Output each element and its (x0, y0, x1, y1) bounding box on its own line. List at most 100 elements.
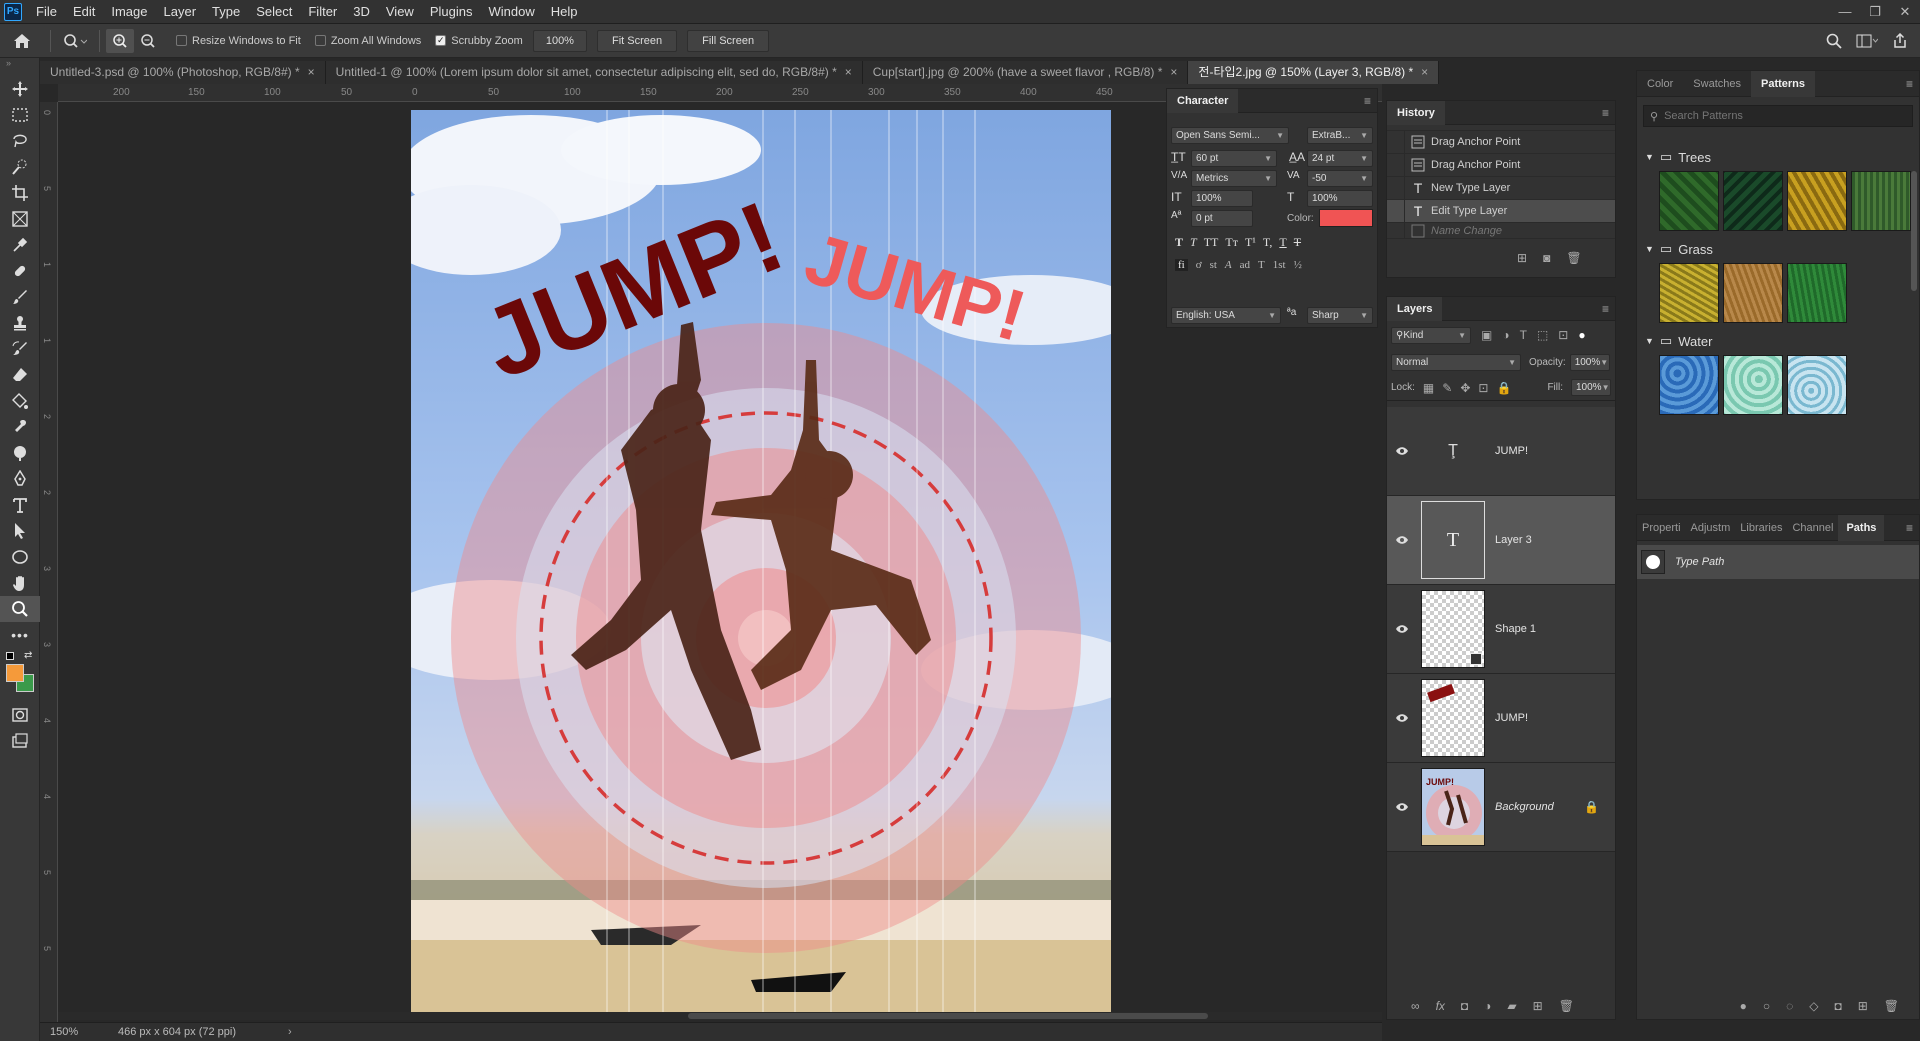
move-tool-icon[interactable] (0, 76, 40, 102)
new-layer-icon[interactable]: ⊞ (1533, 999, 1543, 1013)
history-state-dim[interactable]: Name Change (1387, 223, 1615, 239)
add-mask-icon[interactable]: ◘ (1461, 999, 1468, 1013)
tab-untitled-1[interactable]: Untitled-1 @ 100% (Lorem ipsum dolor sit… (325, 61, 863, 84)
panel-menu-icon[interactable]: ≡ (1906, 521, 1913, 535)
hand-tool-icon[interactable] (0, 570, 40, 596)
visibility-eye-icon[interactable] (1387, 713, 1417, 723)
new-fill-adjustment-icon[interactable]: ◑ (1484, 999, 1491, 1013)
scrollbar-thumb[interactable] (688, 1013, 1208, 1019)
zoom-tool-icon[interactable] (0, 596, 40, 622)
text-color-swatch[interactable] (1319, 209, 1373, 227)
menu-select[interactable]: Select (248, 0, 300, 24)
filter-smart-object-icon[interactable]: ⊡ (1558, 328, 1568, 342)
lock-all-icon[interactable]: 🔒 (1496, 381, 1511, 395)
pattern-swatch[interactable] (1659, 263, 1719, 323)
healing-brush-tool-icon[interactable] (0, 258, 40, 284)
layer-row-selected[interactable]: T Layer 3 (1387, 496, 1615, 585)
search-icon[interactable] (1826, 33, 1842, 49)
foreground-color-swatch[interactable] (6, 664, 24, 682)
menu-help[interactable]: Help (543, 0, 586, 24)
scrubby-zoom-checkbox[interactable]: ✓ Scrubby Zoom (435, 35, 523, 47)
horizontal-scale-field[interactable]: 100% (1307, 190, 1373, 207)
history-brush-tool-icon[interactable] (0, 336, 40, 362)
restore-button[interactable]: ❐ (1860, 0, 1890, 24)
tab-paths[interactable]: Paths (1838, 514, 1885, 541)
fill-screen-button[interactable]: Fill Screen (687, 29, 770, 52)
tab-libraries[interactable]: Libraries (1735, 515, 1787, 541)
all-caps-button[interactable]: TT (1204, 235, 1219, 250)
menu-window[interactable]: Window (480, 0, 542, 24)
titling-alternates-button[interactable]: T (1258, 259, 1265, 271)
load-selection-icon[interactable]: ◌ (1786, 999, 1793, 1013)
menu-image[interactable]: Image (103, 0, 155, 24)
pattern-swatch[interactable] (1659, 171, 1719, 231)
smudge-tool-icon[interactable] (0, 414, 40, 440)
layer-row[interactable]: Shape 1 (1387, 585, 1615, 674)
quick-select-tool-icon[interactable] (0, 154, 40, 180)
pattern-swatch[interactable] (1851, 171, 1911, 231)
baseline-shift-field[interactable]: 0 pt (1191, 210, 1253, 227)
swash-button[interactable]: A (1225, 259, 1232, 271)
zoom-tool-preset-icon[interactable] (57, 33, 93, 49)
ligatures-button[interactable]: fi (1175, 259, 1188, 271)
filter-type-icon[interactable]: T (1520, 328, 1527, 342)
leading-field[interactable]: 24 pt ▼ (1307, 150, 1373, 167)
minimize-button[interactable]: — (1830, 0, 1860, 24)
layer-row[interactable]: JUMP! (1387, 674, 1615, 763)
pattern-group-trees[interactable]: ▼ ▭ Trees (1637, 145, 1919, 169)
stroke-path-icon[interactable]: ○ (1763, 999, 1770, 1013)
tab-character[interactable]: Character (1167, 88, 1239, 113)
menu-layer[interactable]: Layer (156, 0, 205, 24)
history-state-selected[interactable]: T Edit Type Layer (1387, 199, 1615, 223)
link-layers-icon[interactable]: ∞ (1411, 999, 1420, 1013)
kerning-field[interactable]: Metrics ▼ (1191, 170, 1277, 187)
marquee-tool-icon[interactable] (0, 102, 40, 128)
visibility-eye-icon[interactable] (1387, 624, 1417, 634)
menu-type[interactable]: Type (204, 0, 248, 24)
lock-artboard-icon[interactable]: ⊡ (1478, 381, 1488, 395)
history-state[interactable]: Drag Anchor Point (1387, 130, 1615, 154)
eraser-tool-icon[interactable] (0, 362, 40, 388)
quick-mask-icon[interactable] (0, 702, 40, 728)
menu-file[interactable]: File (28, 0, 65, 24)
more-tools-icon[interactable]: ••• (0, 622, 40, 648)
subscript-button[interactable]: T, (1263, 235, 1272, 250)
search-patterns-input[interactable] (1664, 110, 1885, 122)
underline-button[interactable]: T (1279, 235, 1286, 250)
share-icon[interactable] (1892, 32, 1908, 49)
pattern-swatch[interactable] (1723, 355, 1783, 415)
superscript-button[interactable]: T¹ (1245, 235, 1256, 250)
tab-patterns[interactable]: Patterns (1751, 70, 1816, 97)
faux-italic-button[interactable]: T (1190, 235, 1197, 250)
ruler-vertical[interactable]: 0 5 1 1 2 2 3 3 4 4 5 5 (40, 102, 58, 1022)
language-select[interactable]: English: USA ▼ (1171, 307, 1281, 324)
history-state[interactable]: Drag Anchor Point (1387, 153, 1615, 177)
panel-menu-icon[interactable]: ≡ (1602, 106, 1609, 120)
tab-properties[interactable]: Properti (1637, 515, 1686, 541)
visibility-eye-icon[interactable] (1387, 446, 1417, 456)
panel-menu-icon[interactable]: ≡ (1364, 94, 1371, 108)
font-family-select[interactable]: Open Sans Semi... ▼ (1171, 127, 1289, 144)
document-canvas[interactable]: JUMP! JUMP! (411, 110, 1111, 1016)
small-caps-button[interactable]: Tт (1225, 235, 1238, 250)
tab-swatches[interactable]: Swatches (1683, 71, 1751, 97)
font-style-select[interactable]: ExtraB... ▼ (1307, 127, 1373, 144)
tab-adjustments[interactable]: Adjustm (1686, 515, 1736, 541)
ordinals-button[interactable]: 1st (1273, 259, 1286, 271)
resize-windows-checkbox[interactable]: Resize Windows to Fit (176, 35, 301, 47)
zoom-all-windows-checkbox[interactable]: Zoom All Windows (314, 35, 421, 47)
visibility-eye-icon[interactable] (1387, 535, 1417, 545)
pattern-swatch[interactable] (1659, 355, 1719, 415)
pattern-swatch[interactable] (1723, 171, 1783, 231)
tab-layers[interactable]: Layers (1387, 296, 1443, 321)
pattern-swatch[interactable] (1787, 355, 1847, 415)
layer-effects-icon[interactable]: fx (1436, 999, 1445, 1013)
path-row[interactable]: Type Path (1637, 545, 1919, 579)
close-tab-icon[interactable]: × (1421, 61, 1428, 84)
fit-screen-button[interactable]: Fit Screen (596, 29, 678, 52)
discretionary-ligatures-button[interactable]: ơ (1196, 259, 1202, 271)
filter-pixel-icon[interactable]: ▣ (1481, 328, 1492, 342)
trash-icon[interactable]: 🗑 (1884, 999, 1899, 1013)
vertical-scale-field[interactable]: 100% (1191, 190, 1253, 207)
screen-mode-icon[interactable] (0, 728, 40, 754)
